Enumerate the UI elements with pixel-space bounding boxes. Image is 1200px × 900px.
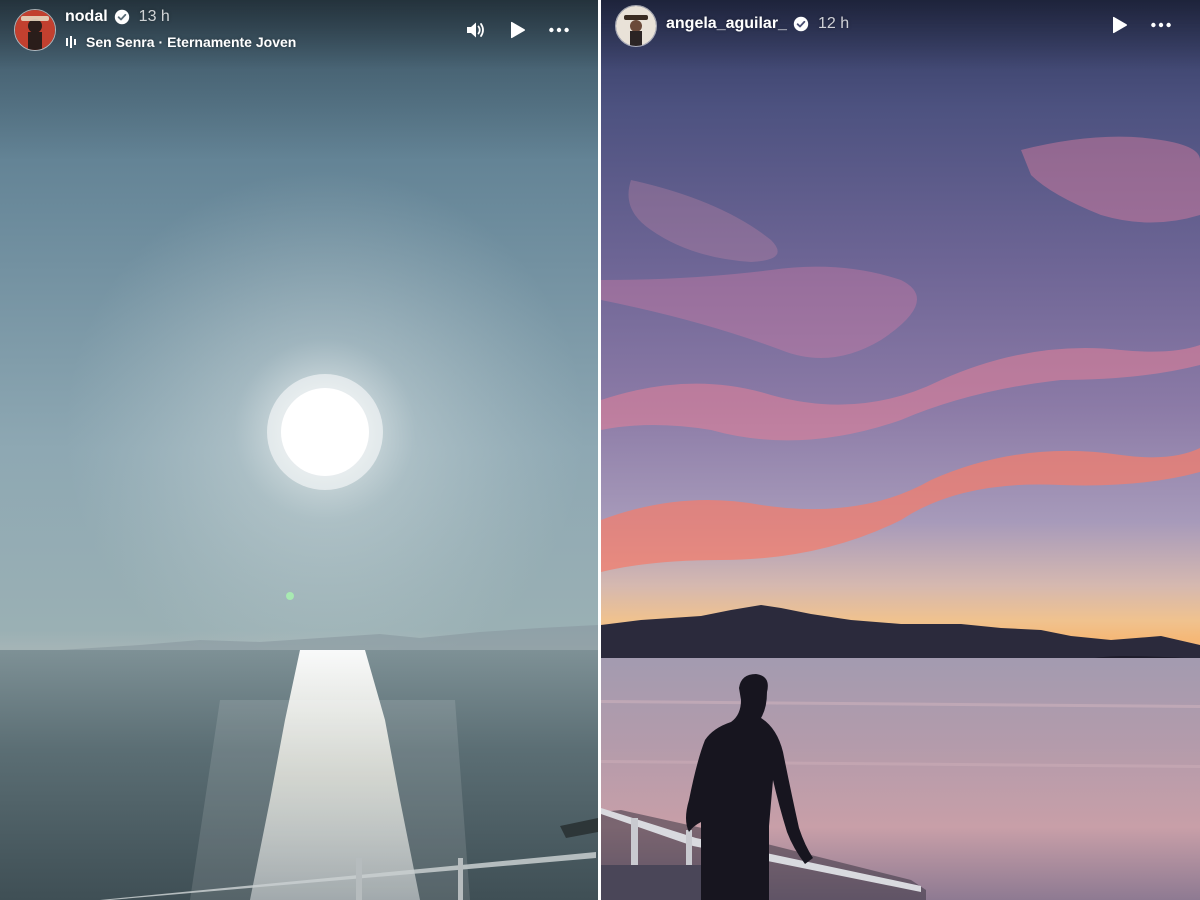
more-button[interactable] bbox=[1150, 14, 1172, 36]
avatar[interactable] bbox=[14, 9, 56, 51]
play-button[interactable] bbox=[1108, 14, 1130, 36]
music-artist: Sen Senra bbox=[86, 34, 155, 50]
music-attribution[interactable]: Sen Senra · Eternamente Joven bbox=[65, 34, 296, 50]
avatar[interactable] bbox=[615, 5, 657, 47]
verified-badge-icon bbox=[793, 16, 809, 32]
music-song: Eternamente Joven bbox=[167, 34, 297, 50]
more-icon bbox=[549, 27, 569, 33]
sunset-sea-photo bbox=[0, 0, 598, 900]
user-line: angela_aguilar_ 12 h bbox=[666, 15, 849, 33]
timestamp: 13 h bbox=[138, 8, 170, 25]
story-comparison: nodal 13 h Sen Senra · Eternamente Joven bbox=[0, 0, 1200, 900]
speaker-icon bbox=[467, 22, 484, 38]
story-header: nodal 13 h Sen Senra · Eternamente Joven bbox=[0, 0, 598, 70]
story-header: angela_aguilar_ 12 h bbox=[601, 0, 1200, 70]
story-controls bbox=[444, 19, 570, 41]
speaker-button[interactable] bbox=[464, 19, 486, 41]
play-button[interactable] bbox=[506, 19, 528, 41]
story-angela-aguilar[interactable]: angela_aguilar_ 12 h bbox=[601, 0, 1200, 900]
story-controls bbox=[1088, 14, 1172, 36]
timestamp: 12 h bbox=[817, 15, 850, 32]
username[interactable]: nodal bbox=[65, 8, 108, 26]
more-icon bbox=[1151, 22, 1171, 28]
more-button[interactable] bbox=[548, 19, 570, 41]
verified-badge-icon bbox=[114, 9, 129, 25]
music-separator: · bbox=[158, 34, 164, 50]
pink-sunset-silhouette-photo bbox=[601, 0, 1200, 900]
play-icon bbox=[1113, 16, 1127, 34]
user-line: nodal 13 h bbox=[65, 8, 170, 26]
music-bars-icon bbox=[66, 36, 76, 48]
story-nodal[interactable]: nodal 13 h Sen Senra · Eternamente Joven bbox=[0, 0, 598, 900]
play-icon bbox=[511, 21, 525, 39]
username[interactable]: angela_aguilar_ bbox=[666, 15, 787, 33]
